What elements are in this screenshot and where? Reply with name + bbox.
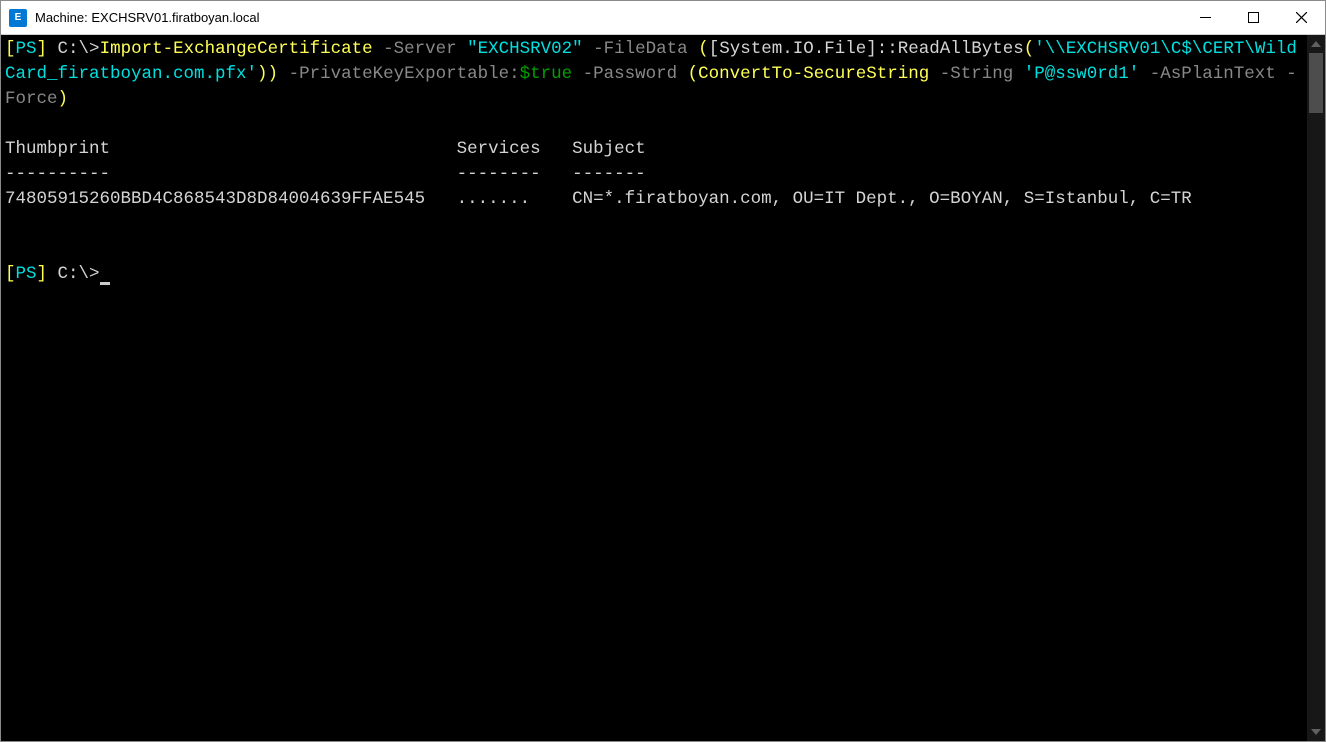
- param-filedata: -FileData: [583, 39, 699, 59]
- window-title: Machine: EXCHSRV01.firatboyan.local: [35, 10, 1181, 25]
- val-server: "EXCHSRV02": [467, 39, 583, 59]
- method-paren-open: (: [1024, 39, 1035, 59]
- cmd-convert: ConvertTo-SecureString: [698, 64, 929, 84]
- method-paren-close: )): [257, 64, 278, 84]
- prompt-bracket-open: [: [5, 39, 16, 59]
- param-plaintext: -AsPlainText: [1139, 64, 1276, 84]
- vertical-scrollbar[interactable]: [1307, 35, 1325, 741]
- minimize-button[interactable]: [1181, 1, 1229, 34]
- col-services: Services: [457, 139, 541, 159]
- prompt-bracket-close: ]: [37, 39, 48, 59]
- val-password: 'P@ssw0rd1': [1024, 64, 1140, 84]
- scroll-track[interactable]: [1307, 53, 1325, 723]
- terminal-output[interactable]: [PS] C:\>Import-ExchangeCertificate -Ser…: [1, 35, 1307, 741]
- terminal-cursor: [100, 282, 110, 285]
- cmd-import: Import-ExchangeCertificate: [100, 39, 373, 59]
- method-name: ReadAllBytes: [898, 39, 1024, 59]
- prompt2-ps: PS: [16, 264, 37, 284]
- dash-subject: -------: [572, 164, 646, 184]
- row-thumbprint: 74805915260BBD4C868543D8D84004639FFAE545: [5, 189, 425, 209]
- param-password: -Password: [572, 64, 688, 84]
- titlebar[interactable]: E Machine: EXCHSRV01.firatboyan.local: [1, 1, 1325, 35]
- prompt2-path: C:\>: [47, 264, 100, 284]
- row-subject: CN=*.firatboyan.com, OU=IT Dept., O=BOYA…: [572, 189, 1192, 209]
- param-server: -Server: [373, 39, 468, 59]
- dash-services: --------: [457, 164, 541, 184]
- app-icon-letter: E: [15, 12, 22, 23]
- prompt2-bracket-close: ]: [37, 264, 48, 284]
- scroll-down-arrow[interactable]: [1307, 723, 1325, 741]
- close-button[interactable]: [1277, 1, 1325, 34]
- dash-thumbprint: ----------: [5, 164, 110, 184]
- scroll-up-arrow[interactable]: [1307, 35, 1325, 53]
- val-true: $true: [520, 64, 573, 84]
- window-controls: [1181, 1, 1325, 34]
- paren-open: (: [698, 39, 709, 59]
- paren2-close: ): [58, 89, 69, 109]
- maximize-button[interactable]: [1229, 1, 1277, 34]
- exchange-icon: E: [9, 9, 27, 27]
- prompt2-bracket-open: [: [5, 264, 16, 284]
- col-thumbprint: Thumbprint: [5, 139, 110, 159]
- terminal-area: [PS] C:\>Import-ExchangeCertificate -Ser…: [1, 35, 1325, 741]
- app-window: E Machine: EXCHSRV01.firatboyan.local [P…: [0, 0, 1326, 742]
- row-services: .......: [457, 189, 531, 209]
- scroll-thumb[interactable]: [1309, 53, 1323, 113]
- col-subject: Subject: [572, 139, 646, 159]
- double-colon: ::: [877, 39, 898, 59]
- prompt-ps: PS: [16, 39, 37, 59]
- param-string: -String: [929, 64, 1024, 84]
- type-bracket: [System.IO.File]: [709, 39, 877, 59]
- param-pke: -PrivateKeyExportable:: [278, 64, 520, 84]
- paren2-open: (: [688, 64, 699, 84]
- prompt-path: C:\>: [47, 39, 100, 59]
